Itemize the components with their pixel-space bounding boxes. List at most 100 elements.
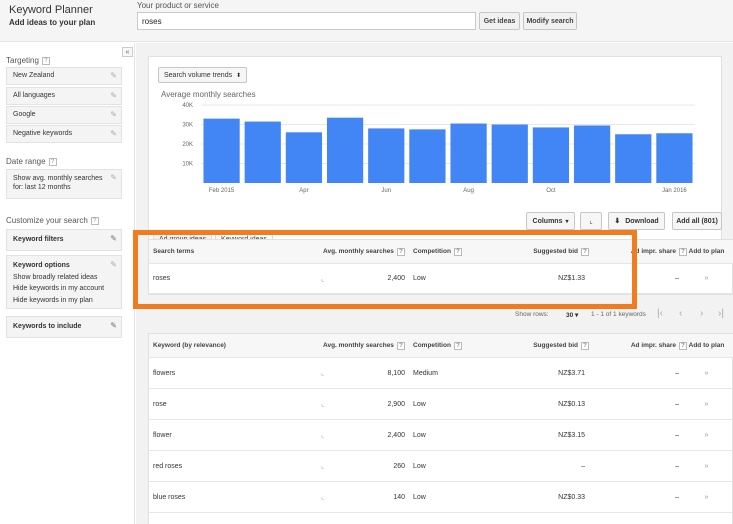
chevron-down-icon: ▾ [565, 218, 569, 225]
header-avg-monthly[interactable]: Avg. monthly searches? [323, 334, 413, 357]
targeting-heading: Targeting? [6, 56, 50, 65]
pencil-icon[interactable]: ✎ [110, 259, 117, 271]
pencil-icon[interactable]: ✎ [110, 320, 117, 332]
add-to-plan-button[interactable]: » [679, 482, 733, 512]
search-volume-chart: 10K 20K 30K 40K Feb 2015 Apr Jun Aug Oct Jan 2016 [182, 103, 695, 194]
help-icon[interactable]: ? [453, 341, 462, 350]
highlight-box [133, 230, 637, 309]
chart-bar[interactable] [656, 133, 693, 183]
add-to-plan-button[interactable]: » [679, 389, 733, 419]
targeting-network-label: Google [13, 111, 36, 118]
updown-caret-icon: ⬍ [236, 72, 242, 79]
first-page-icon[interactable]: |‹ [657, 308, 663, 319]
date-range-selector[interactable]: Show avg. monthly searches for: last 12 … [6, 169, 122, 199]
get-ideas-button[interactable]: Get ideas [479, 12, 520, 30]
chart-bar[interactable] [326, 117, 364, 183]
targeting-language[interactable]: All languages ✎ [6, 87, 122, 105]
app-title: Keyword Planner [9, 4, 93, 16]
targeting-location[interactable]: New Zealand ✎ [6, 67, 122, 85]
keywords-to-include[interactable]: Keywords to include ✎ [6, 316, 122, 338]
last-page-icon[interactable]: ›| [718, 308, 724, 319]
avg-searches-cell: 260 [393, 462, 405, 470]
keyword-filters-label: Keyword filters [13, 236, 64, 243]
chart-bar[interactable] [244, 121, 281, 183]
ad-share-cell: – [675, 369, 679, 377]
x-tick-label: Jun [381, 188, 391, 194]
header-ad-share[interactable]: Ad impr. share? [601, 334, 691, 357]
keyword-filters[interactable]: Keyword filters ✎ [6, 229, 122, 251]
customize-heading: Customize your search? [6, 216, 99, 225]
chart-toggle-button[interactable]: ⌞ [580, 212, 602, 230]
keywords-to-include-label: Keywords to include [13, 323, 82, 330]
add-all-button[interactable]: Add all (801) [672, 212, 722, 230]
header-share-label: Ad impr. share [630, 342, 676, 349]
date-range-value: Show avg. monthly searches for: last 12 … [13, 175, 103, 191]
keyword-options[interactable]: Keyword options Show broadly related ide… [6, 255, 122, 309]
collapse-sidebar-button[interactable]: « [122, 47, 133, 57]
header-competition[interactable]: Competition? [411, 334, 491, 357]
product-input[interactable] [137, 12, 476, 30]
avg-searches-cell: 8,100 [387, 369, 405, 377]
keyword-ideas-table: Keyword (by relevance) Avg. monthly sear… [148, 333, 733, 524]
pencil-icon[interactable]: ✎ [110, 91, 117, 100]
header-bid-label: Suggested bid [533, 342, 578, 349]
y-tick-label: 20K [182, 142, 193, 148]
customize-label: Customize your search [6, 216, 88, 225]
chart-bar[interactable] [532, 127, 570, 183]
chart-bar[interactable] [450, 123, 487, 183]
keyword-cell: flower [153, 431, 172, 439]
targeting-language-label: All languages [13, 92, 56, 99]
help-icon[interactable]: ? [90, 216, 99, 225]
pencil-icon[interactable]: ✎ [110, 173, 117, 182]
chart-type-dropdown[interactable]: Search volume trends ⬍ [158, 67, 248, 83]
add-to-plan-button[interactable]: » [679, 420, 733, 450]
keyword-options-title: Keyword options [13, 262, 70, 269]
chart-bar[interactable] [615, 134, 652, 183]
rows-per-page-value: 30 [566, 312, 574, 319]
columns-label: Columns [532, 217, 563, 225]
product-field-label: Your product or service [137, 1, 219, 10]
rows-per-page-select[interactable]: 30 ▾ [566, 311, 578, 319]
help-icon[interactable]: ? [396, 341, 405, 350]
modify-search-button[interactable]: Modify search [523, 12, 577, 30]
pencil-icon[interactable]: ✎ [110, 71, 117, 80]
header-add-to-plan: Add to plan [688, 342, 725, 349]
chart-bar[interactable] [573, 125, 611, 183]
pencil-icon[interactable]: ✎ [110, 233, 117, 245]
download-label: Download [625, 217, 659, 225]
table-row: flowers ⌞ 8,100 Medium NZ$3.71 – » [149, 358, 733, 389]
suggested-bid-cell: – [581, 462, 585, 470]
help-icon[interactable]: ? [48, 157, 57, 166]
line-chart-icon: ⌞ [589, 218, 593, 225]
keyword-option: Hide keywords in my plan [13, 296, 93, 304]
add-to-plan-button[interactable]: » [679, 264, 733, 293]
chart-bar[interactable] [368, 128, 405, 183]
next-page-icon[interactable]: › [700, 308, 703, 319]
x-tick-label: Oct [546, 188, 556, 194]
help-icon[interactable]: ? [41, 56, 50, 65]
add-to-plan-button[interactable]: » [679, 358, 733, 388]
show-rows-label: Show rows: [515, 311, 549, 318]
targeting-negative-keywords[interactable]: Negative keywords ✎ [6, 125, 122, 143]
y-tick-label: 40K [182, 103, 193, 109]
help-icon[interactable]: ? [581, 341, 589, 350]
pencil-icon[interactable]: ✎ [110, 129, 117, 138]
chart-bar[interactable] [285, 132, 323, 183]
add-to-plan-button[interactable]: » [679, 451, 733, 481]
date-range-heading: Date range? [6, 157, 57, 166]
header-suggested-bid[interactable]: Suggested bid? [501, 334, 593, 357]
targeting-network[interactable]: Google ✎ [6, 106, 122, 124]
pencil-icon[interactable]: ✎ [110, 110, 117, 119]
columns-button[interactable]: Columns ▾ [526, 212, 575, 230]
x-tick-label: Feb 2015 [209, 188, 235, 194]
suggested-bid-cell: NZ$0.33 [558, 493, 585, 501]
suggested-bid-cell: NZ$0.13 [558, 400, 585, 408]
ad-share-cell: – [675, 400, 679, 408]
header-keyword[interactable]: Keyword (by relevance) [153, 334, 313, 357]
prev-page-icon[interactable]: ‹ [679, 308, 682, 319]
download-button[interactable]: ⬇ Download [608, 212, 665, 230]
chart-bar[interactable] [203, 118, 240, 183]
chart-bar[interactable] [409, 129, 446, 183]
table-header-row: Keyword (by relevance) Avg. monthly sear… [149, 334, 733, 358]
chart-bar[interactable] [491, 124, 528, 184]
